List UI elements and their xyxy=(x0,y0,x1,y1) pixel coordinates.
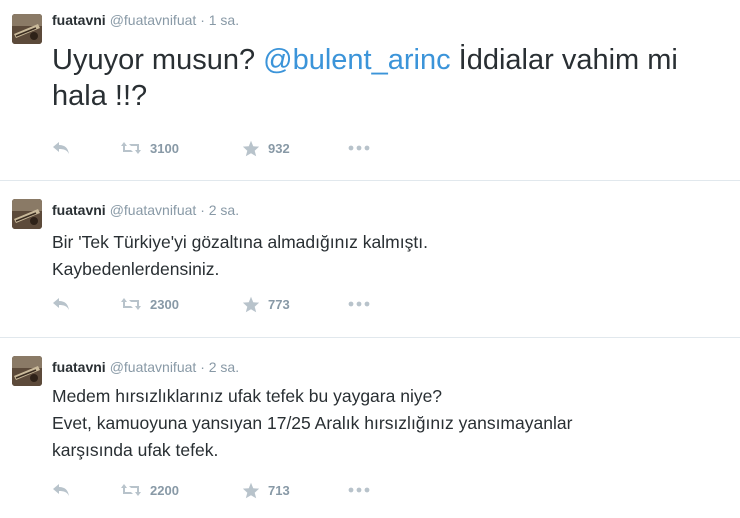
favorite-button[interactable]: 932 xyxy=(242,138,290,158)
user-handle[interactable]: @fuatavnifuat xyxy=(110,12,197,28)
tweet[interactable]: fuatavni @fuatavnifuat · 1 sa. Uyuyor mus… xyxy=(0,0,740,180)
star-icon xyxy=(242,482,260,498)
tweet-text: Medem hırsızlıklarınız ufak tefek bu yay… xyxy=(52,383,732,464)
tweet-text-line: Medem hırsızlıklarınız ufak tefek bu yay… xyxy=(52,386,443,406)
avatar-image xyxy=(12,14,42,44)
tweet-text-line: Evet, kamuoyuna yansıyan 17/25 Aralık hı… xyxy=(52,413,573,433)
favorite-count: 713 xyxy=(268,482,290,498)
user-name[interactable]: fuatavni xyxy=(52,12,106,28)
avatar[interactable] xyxy=(12,14,42,44)
favorite-button[interactable]: 773 xyxy=(242,294,290,314)
more-icon xyxy=(348,301,370,307)
timestamp[interactable]: 1 sa. xyxy=(209,12,239,28)
mention-link[interactable]: @bulent_arinc xyxy=(263,44,450,76)
favorite-button[interactable]: 713 xyxy=(242,480,290,500)
more-icon xyxy=(348,487,370,493)
tweet-text-line: Kaybedenlerdensiniz. xyxy=(52,259,220,279)
timestamp[interactable]: 2 sa. xyxy=(209,202,239,218)
reply-icon xyxy=(53,142,69,154)
reply-button[interactable] xyxy=(52,294,70,314)
separator: · xyxy=(200,202,205,218)
user-name[interactable]: fuatavni xyxy=(52,359,106,375)
avatar[interactable] xyxy=(12,356,42,386)
user-handle[interactable]: @fuatavnifuat xyxy=(110,202,197,218)
reply-button[interactable] xyxy=(52,480,70,500)
tweet-header: fuatavni @fuatavnifuat · 2 sa. xyxy=(52,358,239,376)
retweet-icon xyxy=(121,484,141,496)
user-handle[interactable]: @fuatavnifuat xyxy=(110,359,197,375)
tweet[interactable]: fuatavni @fuatavnifuat · 2 sa. Medem hırs… xyxy=(0,338,740,518)
more-button[interactable] xyxy=(348,480,370,500)
tweet-header: fuatavni @fuatavnifuat · 1 sa. xyxy=(52,11,239,29)
more-button[interactable] xyxy=(348,138,370,158)
user-name[interactable]: fuatavni xyxy=(52,202,106,218)
retweet-icon xyxy=(121,142,141,154)
star-icon xyxy=(242,296,260,312)
favorite-count: 773 xyxy=(268,296,290,312)
avatar[interactable] xyxy=(12,199,42,229)
reply-button[interactable] xyxy=(52,138,70,158)
avatar-image xyxy=(12,199,42,229)
tweet-text: Bir 'Tek Türkiye'yi gözaltına almadığını… xyxy=(52,229,732,283)
timestamp[interactable]: 2 sa. xyxy=(209,359,239,375)
star-icon xyxy=(242,140,260,156)
retweet-button[interactable]: 2300 xyxy=(120,294,179,314)
retweet-count: 2200 xyxy=(150,482,179,498)
separator: · xyxy=(200,359,205,375)
more-icon xyxy=(348,145,370,151)
retweet-count: 3100 xyxy=(150,140,179,156)
tweet-text: Uyuyor musun? @bulent_arinc İddialar vah… xyxy=(52,42,732,114)
retweet-count: 2300 xyxy=(150,296,179,312)
separator: · xyxy=(200,12,205,28)
avatar-image xyxy=(12,356,42,386)
retweet-icon xyxy=(121,298,141,310)
tweet-text-part: Uyuyor musun? xyxy=(52,44,264,76)
retweet-button[interactable]: 3100 xyxy=(120,138,179,158)
more-button[interactable] xyxy=(348,294,370,314)
retweet-button[interactable]: 2200 xyxy=(120,480,179,500)
tweet-text-line: Bir 'Tek Türkiye'yi gözaltına almadığını… xyxy=(52,232,428,252)
reply-icon xyxy=(53,484,69,496)
tweet-header: fuatavni @fuatavnifuat · 2 sa. xyxy=(52,201,239,219)
reply-icon xyxy=(53,298,69,310)
tweet-text-line: karşısında ufak tefek. xyxy=(52,440,219,460)
tweet[interactable]: fuatavni @fuatavnifuat · 2 sa. Bir 'Tek T… xyxy=(0,181,740,337)
favorite-count: 932 xyxy=(268,140,290,156)
